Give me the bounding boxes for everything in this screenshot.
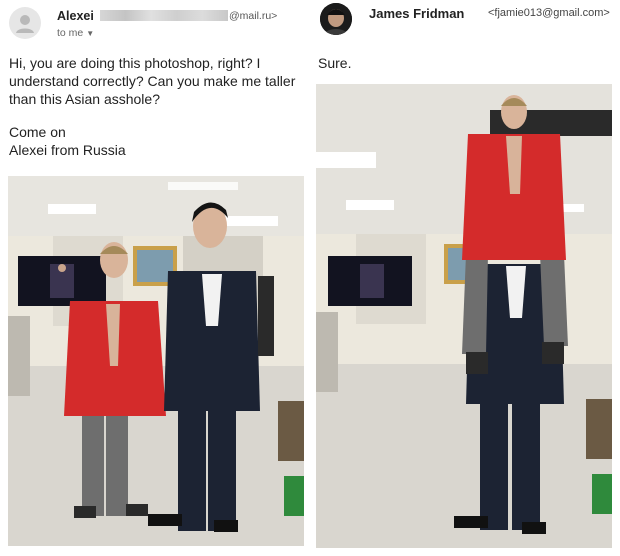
attached-photo-edited[interactable] (316, 84, 612, 548)
person-icon[interactable] (9, 7, 41, 39)
left-email: Alexei @mail.ru> to me ▼ Hi, you are doin… (0, 0, 310, 556)
sender-address: @mail.ru> (229, 10, 278, 22)
recipient-label: to me (57, 27, 84, 39)
sender-name[interactable]: Alexei (57, 9, 94, 23)
message-body: Sure. (318, 55, 352, 71)
message-line: Come on (9, 124, 66, 140)
right-email: James Fridman <fjamie013@gmail.com> Sure… (310, 0, 620, 556)
message-body-paragraph-2: Come on Alexei from Russia (9, 123, 299, 159)
chevron-down-icon[interactable]: ▼ (86, 29, 94, 38)
avatar[interactable] (320, 3, 352, 35)
message-signature: Alexei from Russia (9, 142, 126, 158)
redacted-address (100, 10, 228, 21)
sender-name[interactable]: James Fridman (369, 6, 464, 21)
recipient-line[interactable]: to me ▼ (57, 27, 94, 39)
message-body-paragraph-1: Hi, you are doing this photoshop, right?… (9, 55, 296, 107)
attached-photo-original[interactable] (8, 176, 304, 546)
sender-address: <fjamie013@gmail.com> (488, 7, 610, 19)
